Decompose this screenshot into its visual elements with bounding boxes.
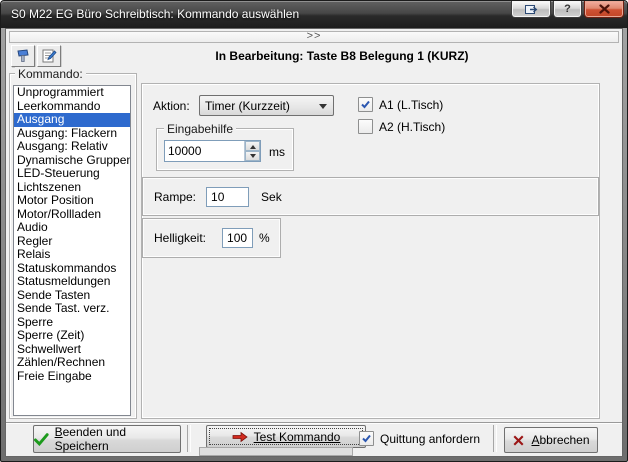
detach-window-icon <box>524 4 539 15</box>
eingabehilfe-group-label: Eingabehilfe <box>164 122 236 136</box>
command-list-item[interactable]: Ausgang: Flackern <box>14 127 130 141</box>
ms-input[interactable] <box>165 141 244 161</box>
caption-buttons: ? <box>511 1 624 18</box>
helligkeit-panel: Helligkeit: % <box>142 218 281 258</box>
footer-bar: Beenden und Speichern Test Kommando Quit… <box>6 422 622 454</box>
command-list-item[interactable]: Regler <box>14 235 130 249</box>
red-x-icon <box>512 434 525 447</box>
help-icon: ? <box>564 3 571 15</box>
aktion-label: Aktion: <box>153 99 190 113</box>
command-list[interactable]: UnprogrammiertLeerkommandoAusgangAusgang… <box>13 85 131 416</box>
helligkeit-label: Helligkeit: <box>154 231 206 245</box>
edit-button[interactable] <box>37 45 61 67</box>
close-icon <box>599 4 610 14</box>
command-list-item[interactable]: Audio <box>14 221 130 235</box>
command-list-item[interactable]: Sende Tast. verz. <box>14 302 130 316</box>
close-button[interactable] <box>584 1 624 18</box>
a2-checkbox[interactable] <box>358 119 373 134</box>
dialog-client-area: >> In Bearbeitung: Taste B8 Belegung 1 (… <box>5 28 623 457</box>
command-list-item[interactable]: Ausgang: Relativ <box>14 140 130 154</box>
command-list-item[interactable]: Relais <box>14 248 130 262</box>
checkbox-row-a2: A2 (H.Tisch) <box>358 119 445 134</box>
footer-divider <box>187 425 191 452</box>
save-and-close-label: Beenden und Speichern <box>55 425 180 453</box>
help-button[interactable]: ? <box>553 1 582 18</box>
aktion-combobox[interactable]: Timer (Kurzzeit) <box>199 95 334 116</box>
a2-checkbox-label: A2 (H.Tisch) <box>379 120 445 134</box>
ms-spinbox <box>164 140 261 162</box>
check-icon <box>361 433 372 444</box>
detach-window-button[interactable] <box>511 1 551 18</box>
command-list-item[interactable]: Motor Position <box>14 194 130 208</box>
rampe-label: Rampe: <box>154 190 196 204</box>
test-command-button[interactable]: Test Kommando <box>206 425 366 448</box>
spinner-buttons <box>244 141 260 161</box>
test-command-label: Test Kommando <box>254 430 341 444</box>
spin-up-button[interactable] <box>245 141 260 151</box>
dialog-window: S0 M22 EG Büro Schreibtisch: Kommando au… <box>0 0 628 462</box>
cancel-button[interactable]: Abbrechen <box>504 427 598 453</box>
cancel-label: Abbrechen <box>531 433 589 447</box>
editing-header: In Bearbeitung: Taste B8 Belegung 1 (KUR… <box>66 45 618 67</box>
action-panel: Aktion: Timer (Kurzzeit) A1 (L.Tisch) <box>141 83 600 419</box>
test-progress-strip <box>199 447 353 456</box>
edit-note-icon <box>41 48 57 64</box>
command-list-item[interactable]: Sende Tasten <box>14 289 130 303</box>
ms-unit-label: ms <box>269 145 285 159</box>
command-list-item[interactable]: LED-Steuerung <box>14 167 130 181</box>
rampe-input[interactable] <box>206 187 249 207</box>
command-list-item[interactable]: Lichtszenen <box>14 181 130 195</box>
expander-bar[interactable]: >> <box>9 31 619 43</box>
quittung-checkbox-label: Quittung anfordern <box>380 432 480 446</box>
command-list-item[interactable]: Schwellwert <box>14 343 130 357</box>
command-list-item[interactable]: Statusmeldungen <box>14 275 130 289</box>
arrow-down-icon <box>250 154 256 161</box>
a1-checkbox-label: A1 (L.Tisch) <box>379 98 443 112</box>
quittung-row: Quittung anfordern <box>359 431 480 446</box>
aktion-combobox-value: Timer (Kurzzeit) <box>205 99 290 113</box>
helligkeit-unit-label: % <box>259 231 270 245</box>
helligkeit-input[interactable] <box>222 228 253 248</box>
green-check-icon <box>34 433 49 446</box>
kommando-group-label: Kommando: <box>15 67 86 81</box>
check-icon <box>360 99 371 110</box>
command-list-item[interactable]: Sperre (Zeit) <box>14 329 130 343</box>
rampe-panel: Rampe: Sek <box>142 177 599 216</box>
footer-divider <box>493 425 497 452</box>
a1-checkbox[interactable] <box>358 97 373 112</box>
command-list-item[interactable]: Motor/Rollladen <box>14 208 130 222</box>
command-list-item[interactable]: Statuskommandos <box>14 262 130 276</box>
tool-button[interactable] <box>11 45 35 67</box>
command-list-item[interactable]: Freie Eingabe <box>14 370 130 384</box>
red-arrow-icon <box>232 431 248 443</box>
save-and-close-button[interactable]: Beenden und Speichern <box>33 425 181 453</box>
quittung-checkbox[interactable] <box>359 431 374 446</box>
spin-down-button[interactable] <box>245 151 260 161</box>
window-title: S0 M22 EG Büro Schreibtisch: Kommando au… <box>11 1 299 28</box>
command-list-item[interactable]: Unprogrammiert <box>14 86 130 100</box>
command-list-item[interactable]: Dynamische Gruppen <box>14 154 130 168</box>
titlebar: S0 M22 EG Büro Schreibtisch: Kommando au… <box>1 1 627 28</box>
checkbox-row-a1: A1 (L.Tisch) <box>358 97 443 112</box>
command-list-item[interactable]: Ausgang <box>14 113 130 127</box>
command-list-item[interactable]: Zählen/Rechnen <box>14 356 130 370</box>
hammer-icon <box>15 48 31 64</box>
arrow-up-icon <box>250 142 256 149</box>
command-list-item[interactable]: Leerkommando <box>14 100 130 114</box>
rampe-unit-label: Sek <box>261 190 282 204</box>
command-list-item[interactable]: Sperre <box>14 316 130 330</box>
chevron-down-icon <box>319 104 327 113</box>
